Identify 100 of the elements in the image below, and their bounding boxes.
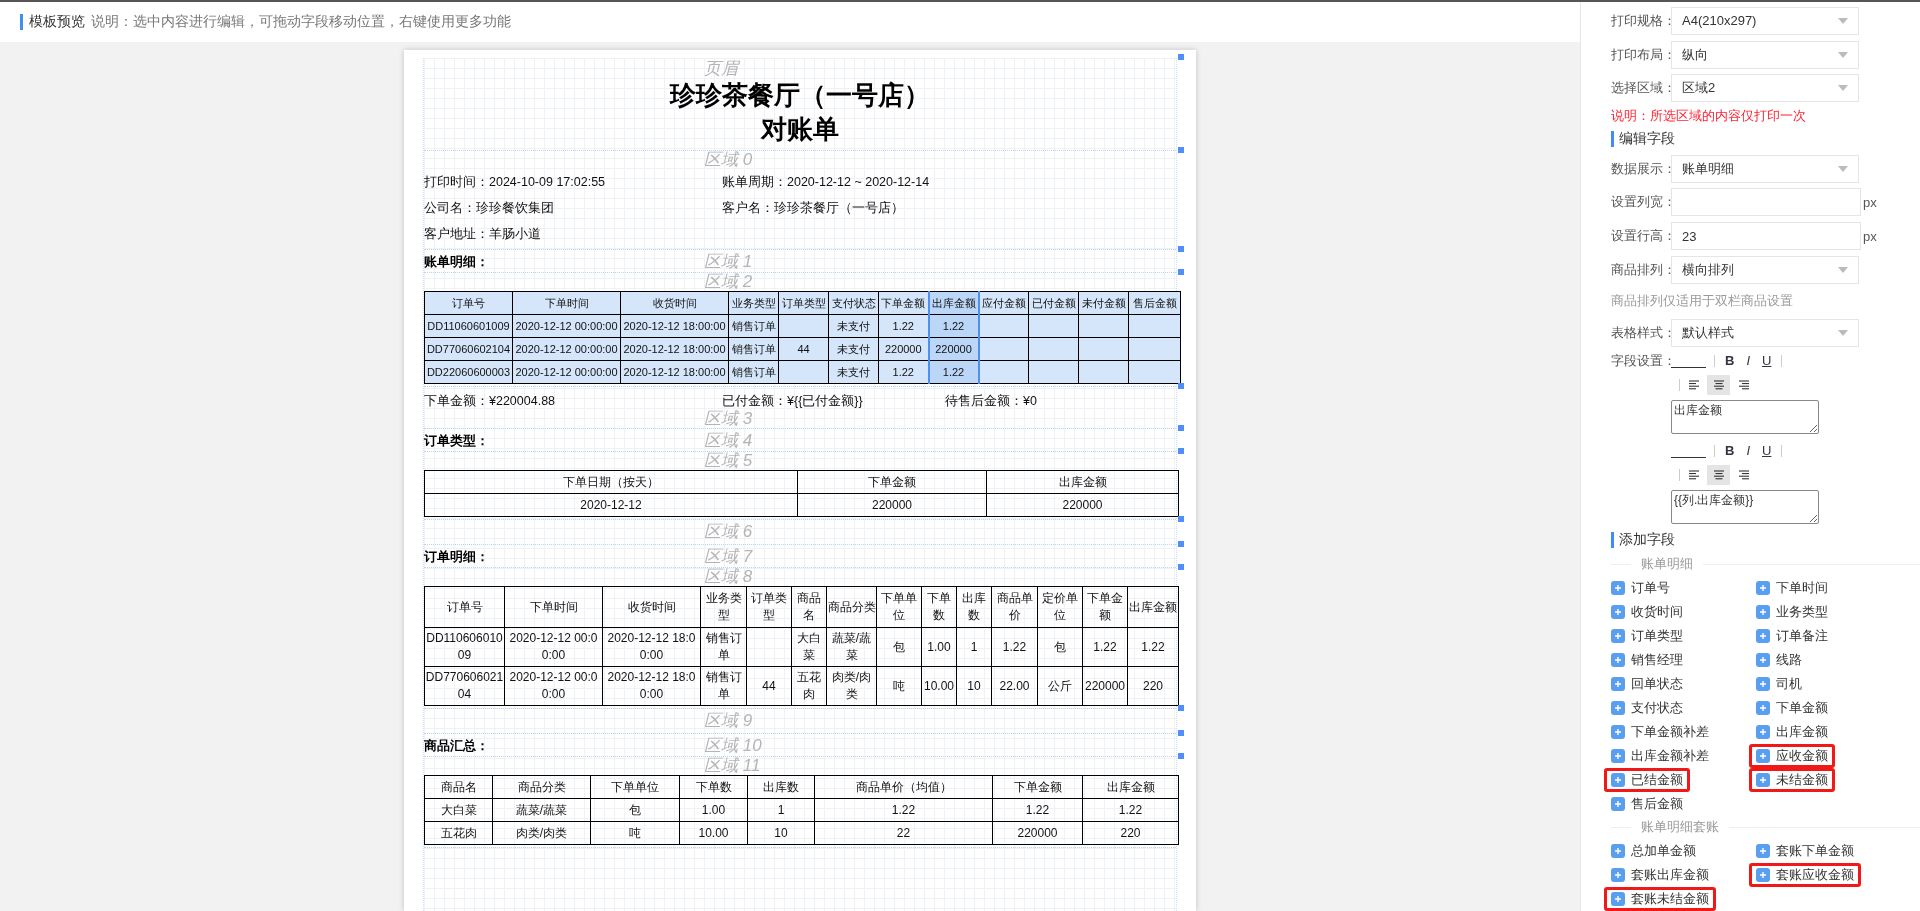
resize-handle[interactable] <box>1178 564 1184 570</box>
region-label: 区域 1 <box>704 252 753 272</box>
column-header[interactable]: 订单类型 <box>746 586 792 628</box>
add-field-item[interactable]: 已结金额 <box>1604 767 1690 792</box>
column-header[interactable]: 订单号 <box>424 291 513 315</box>
add-field-item[interactable]: 未结金额 <box>1749 767 1835 792</box>
add-field-item[interactable]: 应收金额 <box>1749 743 1835 768</box>
add-field-item[interactable]: 线路 <box>1749 647 1809 672</box>
column-header[interactable]: 售后金额 <box>1128 291 1181 315</box>
underline-button[interactable]: U <box>1760 353 1774 369</box>
underline-button[interactable]: U <box>1760 443 1774 459</box>
add-field-item[interactable]: 套账未结金额 <box>1604 886 1716 911</box>
column-header[interactable]: 下单金额 <box>878 291 929 315</box>
warning-text: 说明：所选区域的内容仅打印一次 <box>1611 106 1807 125</box>
column-header[interactable]: 订单类型 <box>778 291 829 315</box>
add-field-item[interactable]: 套账下单金额 <box>1749 838 1861 863</box>
add-field-item[interactable]: 订单备注 <box>1749 623 1835 648</box>
add-field-item[interactable]: 销售经理 <box>1604 647 1690 672</box>
column-header[interactable]: 出库数 <box>956 586 992 628</box>
column-header[interactable]: 下单时间 <box>504 586 603 628</box>
input-field[interactable]: 23 <box>1671 222 1861 251</box>
column-header[interactable]: 下单金额 <box>797 470 987 494</box>
add-field-item[interactable]: 司机 <box>1749 671 1809 696</box>
column-header[interactable]: 商品名 <box>791 586 827 628</box>
add-field-item[interactable]: 收货时间 <box>1604 599 1690 624</box>
align-button[interactable] <box>1707 374 1730 395</box>
column-header[interactable]: 业务类型 <box>700 586 747 628</box>
column-header[interactable]: 未付金额 <box>1078 291 1129 315</box>
column-header[interactable]: 下单金额 <box>1082 586 1128 628</box>
unit-text: px <box>1863 228 1877 244</box>
column-header[interactable]: 下单数 <box>679 775 748 799</box>
resize-handle[interactable] <box>1178 705 1184 711</box>
total-text: 待售后金额：¥0 <box>945 393 1038 410</box>
column-header[interactable]: 业务类型 <box>728 291 779 315</box>
resize-handle[interactable] <box>1178 448 1184 454</box>
table-cell: 肉类/肉类 <box>492 821 591 845</box>
bold-button[interactable]: B <box>1723 353 1737 369</box>
add-field-item[interactable]: 套账应收金额 <box>1749 862 1861 887</box>
column-header[interactable]: 商品分类 <box>492 775 591 799</box>
column-header[interactable]: 收货时间 <box>620 291 729 315</box>
select-field[interactable]: 区域2 <box>1671 74 1859 103</box>
add-field-item[interactable]: 业务类型 <box>1749 599 1835 624</box>
resize-handle[interactable] <box>1178 269 1184 275</box>
column-header[interactable]: 下单日期（按天） <box>424 470 798 494</box>
add-field-item[interactable]: 下单金额补差 <box>1604 719 1716 744</box>
select-field[interactable]: 横向排列 <box>1671 255 1859 284</box>
column-header[interactable]: 下单数 <box>921 586 957 628</box>
add-field-item[interactable]: 回单状态 <box>1604 671 1690 696</box>
add-field-item[interactable]: 订单类型 <box>1604 623 1690 648</box>
column-header[interactable]: 定价单位 <box>1037 586 1083 628</box>
column-header[interactable]: 支付状态 <box>828 291 879 315</box>
resize-handle[interactable] <box>1178 425 1184 431</box>
resize-handle[interactable] <box>1178 54 1184 60</box>
column-header[interactable]: 下单单位 <box>590 775 680 799</box>
resize-handle[interactable] <box>1178 541 1184 547</box>
resize-handle[interactable] <box>1178 730 1184 736</box>
table-cell: 大白菜 <box>791 627 827 667</box>
add-field-item[interactable]: 支付状态 <box>1604 695 1690 720</box>
italic-button[interactable]: I <box>1744 353 1752 369</box>
resize-handle[interactable] <box>1178 383 1184 389</box>
column-header[interactable]: 商品分类 <box>826 586 877 628</box>
text-area[interactable]: {{列.出库金额}} <box>1671 489 1819 524</box>
column-header[interactable]: 下单时间 <box>512 291 621 315</box>
table-cell: 2020-12-12 00:00:00 <box>504 666 603 706</box>
column-header[interactable]: 下单金额 <box>992 775 1083 799</box>
input-field[interactable] <box>1671 188 1861 217</box>
add-field-item[interactable]: 出库金额 <box>1749 719 1835 744</box>
column-header[interactable]: 出库金额 <box>1082 775 1179 799</box>
resize-handle[interactable] <box>1178 246 1184 252</box>
column-header[interactable]: 出库金额 <box>986 470 1179 494</box>
resize-handle[interactable] <box>1178 147 1184 153</box>
column-header[interactable]: 订单号 <box>424 586 505 628</box>
add-field-item[interactable]: 套账出库金额 <box>1604 862 1716 887</box>
column-header[interactable]: 商品单价 <box>991 586 1038 628</box>
add-field-item[interactable]: 订单号 <box>1604 575 1677 600</box>
select-field[interactable]: 纵向 <box>1671 40 1859 69</box>
resize-handle[interactable] <box>1178 516 1184 522</box>
column-header[interactable]: 出库金额 <box>1127 586 1179 628</box>
text-area[interactable]: 出库金额 <box>1671 399 1819 434</box>
italic-button[interactable]: I <box>1744 443 1752 459</box>
column-header[interactable]: 收货时间 <box>602 586 701 628</box>
add-field-item[interactable]: 出库金额补差 <box>1604 743 1716 768</box>
select-field[interactable]: 账单明细 <box>1671 154 1859 183</box>
column-header[interactable]: 应付金额 <box>978 291 1029 315</box>
add-field-item[interactable]: 下单时间 <box>1749 575 1835 600</box>
column-header[interactable]: 出库金额 <box>928 291 979 315</box>
column-header[interactable]: 商品名 <box>424 775 493 799</box>
resize-handle[interactable] <box>1178 753 1184 759</box>
add-field-item[interactable]: 总加单金额 <box>1604 838 1703 863</box>
column-header[interactable]: 出库数 <box>747 775 815 799</box>
column-header[interactable]: 已付金额 <box>1028 291 1079 315</box>
column-header[interactable]: 商品单价（均值） <box>814 775 993 799</box>
add-field-item[interactable]: 下单金额 <box>1749 695 1835 720</box>
align-button[interactable] <box>1707 464 1730 485</box>
add-field-item[interactable]: 售后金额 <box>1604 791 1690 816</box>
select-field[interactable]: A4(210x297) <box>1671 6 1859 35</box>
bold-button[interactable]: B <box>1723 443 1737 459</box>
table-cell: 2020-12-12 18:00:00 <box>602 627 701 667</box>
select-field[interactable]: 默认样式 <box>1671 318 1859 347</box>
column-header[interactable]: 下单单位 <box>876 586 922 628</box>
